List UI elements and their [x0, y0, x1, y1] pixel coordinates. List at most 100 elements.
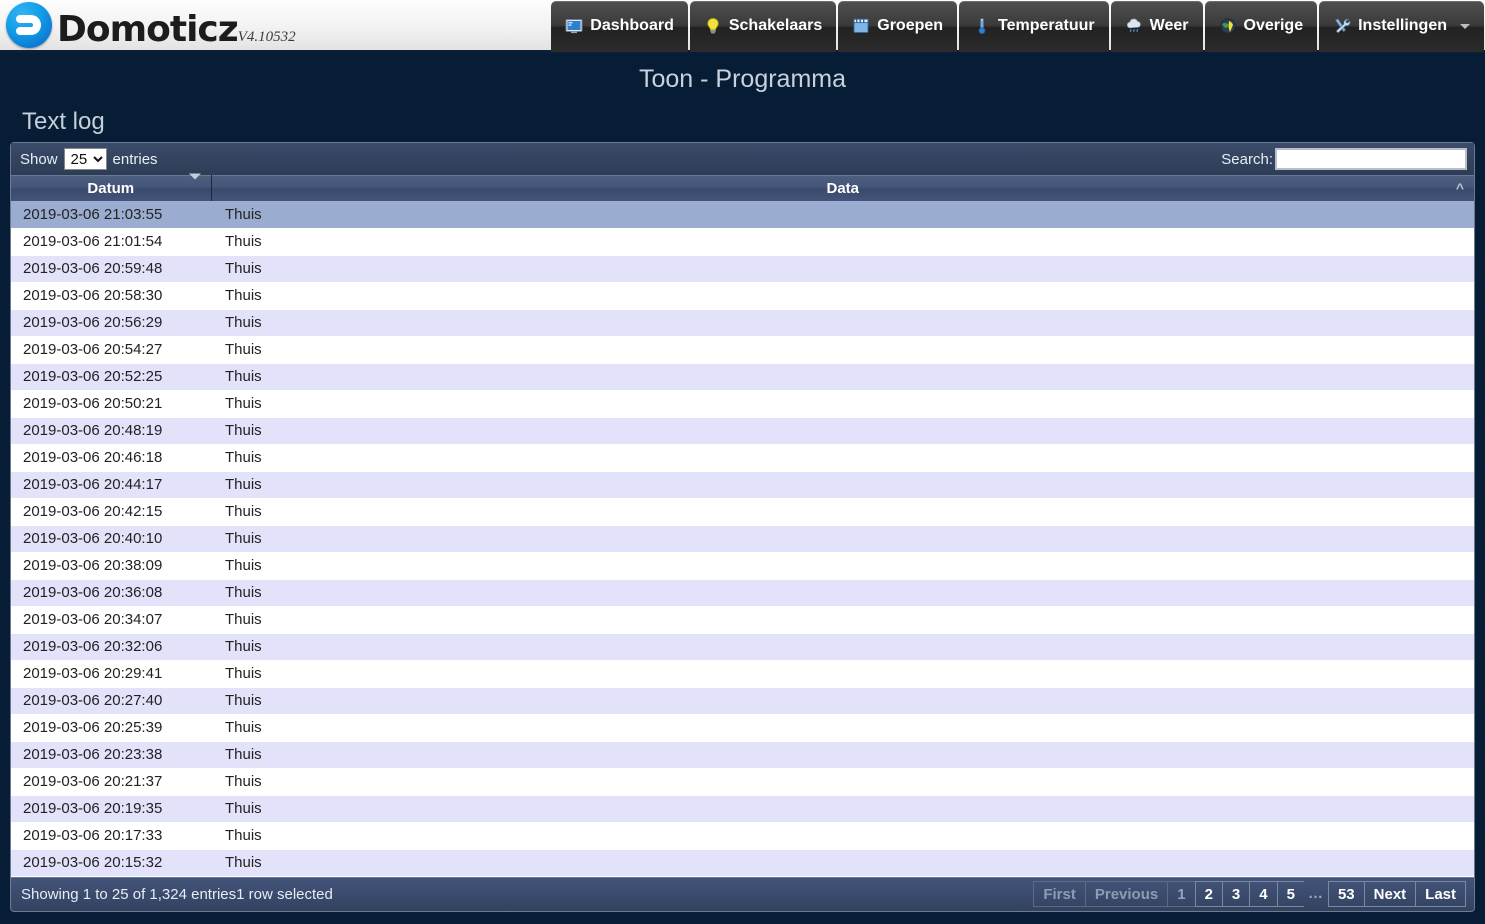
- pagination-button[interactable]: 5: [1276, 881, 1304, 907]
- pagination-button[interactable]: 1: [1167, 881, 1195, 907]
- table-row[interactable]: 2019-03-06 20:21:37 Thuis: [11, 768, 1474, 796]
- table-row[interactable]: 2019-03-06 20:56:29 Thuis: [11, 309, 1474, 337]
- cell-datum: 2019-03-06 20:48:19: [11, 417, 211, 445]
- search-label: Search:: [1221, 150, 1273, 168]
- main-navigation: Dashboard Schakelaars Groepen Temperatuu…: [550, 0, 1485, 52]
- table-row[interactable]: 2019-03-06 20:27:40 Thuis: [11, 687, 1474, 715]
- table-row[interactable]: 2019-03-06 20:52:25 Thuis: [11, 363, 1474, 391]
- show-label: Show: [20, 150, 58, 168]
- cell-datum: 2019-03-06 20:40:10: [11, 525, 211, 553]
- content-area: Text log Show 25 entries Search: Datum D…: [0, 105, 1485, 912]
- cell-datum: 2019-03-06 20:19:35: [11, 795, 211, 823]
- nav-tab-label: Instellingen: [1358, 17, 1447, 34]
- table-row[interactable]: 2019-03-06 20:46:18 Thuis: [11, 444, 1474, 472]
- table-row[interactable]: 2019-03-06 20:50:21 Thuis: [11, 390, 1474, 418]
- nav-tab-temperatuur[interactable]: Temperatuur: [959, 0, 1109, 52]
- column-header-label: Datum: [87, 179, 135, 197]
- table-row[interactable]: 2019-03-06 20:58:30 Thuis: [11, 282, 1474, 310]
- pagination-button[interactable]: 2: [1194, 881, 1222, 907]
- nav-tab-instellingen[interactable]: Instellingen: [1319, 0, 1484, 52]
- search-input[interactable]: [1275, 148, 1467, 170]
- nav-tab-groepen[interactable]: Groepen: [838, 0, 958, 52]
- cell-data: Thuis: [211, 822, 1474, 850]
- cell-datum: 2019-03-06 20:15:32: [11, 849, 211, 877]
- table-row[interactable]: 2019-03-06 20:40:10 Thuis: [11, 525, 1474, 553]
- cell-data: Thuis: [211, 471, 1474, 499]
- pagination-button[interactable]: 4: [1249, 881, 1277, 907]
- cell-datum: 2019-03-06 20:42:15: [11, 498, 211, 526]
- table-controls-bar: Show 25 entries Search:: [11, 143, 1474, 175]
- cell-data: Thuis: [211, 228, 1474, 256]
- table-row[interactable]: 2019-03-06 20:34:07 Thuis: [11, 606, 1474, 634]
- cell-data: Thuis: [211, 201, 1474, 229]
- monitor-icon: [565, 19, 583, 34]
- cell-datum: 2019-03-06 20:21:37: [11, 768, 211, 796]
- cell-data: Thuis: [211, 282, 1474, 310]
- cell-datum: 2019-03-06 20:23:38: [11, 741, 211, 769]
- page-length-select[interactable]: 25: [63, 148, 107, 170]
- cell-datum: 2019-03-06 20:46:18: [11, 444, 211, 472]
- column-header-data[interactable]: Data ^: [211, 175, 1474, 201]
- table-row[interactable]: 2019-03-06 20:59:48 Thuis: [11, 255, 1474, 283]
- nav-tab-label: Schakelaars: [728, 17, 823, 34]
- table-row[interactable]: 2019-03-06 20:44:17 Thuis: [11, 471, 1474, 499]
- cell-datum: 2019-03-06 20:56:29: [11, 309, 211, 337]
- thermometer-icon: [978, 18, 986, 35]
- table-row[interactable]: 2019-03-06 20:19:35 Thuis: [11, 795, 1474, 823]
- table-row[interactable]: 2019-03-06 20:29:41 Thuis: [11, 660, 1474, 688]
- column-header-datum[interactable]: Datum: [11, 173, 212, 201]
- cell-data: Thuis: [211, 714, 1474, 742]
- table-row[interactable]: 2019-03-06 20:25:39 Thuis: [11, 714, 1474, 742]
- cell-data: Thuis: [211, 849, 1474, 877]
- cell-data: Thuis: [211, 552, 1474, 580]
- section-title: Text log: [22, 108, 105, 135]
- table-row[interactable]: 2019-03-06 20:23:38 Thuis: [11, 741, 1474, 769]
- table-row[interactable]: 2019-03-06 20:54:27 Thuis: [11, 336, 1474, 364]
- column-header-label: Data: [826, 179, 859, 197]
- pagination-button[interactable]: Previous: [1084, 881, 1168, 907]
- table-row[interactable]: 2019-03-06 20:15:32 Thuis: [11, 849, 1474, 877]
- nav-tab-weer[interactable]: Weer: [1110, 0, 1203, 52]
- nav-tab-dashboard[interactable]: Dashboard: [551, 0, 688, 52]
- table-row[interactable]: 2019-03-06 20:32:06 Thuis: [11, 633, 1474, 661]
- cell-data: Thuis: [211, 606, 1474, 634]
- cell-datum: 2019-03-06 20:32:06: [11, 633, 211, 661]
- search-control: Search:: [1221, 148, 1467, 170]
- text-log-table: Datum Data ^ 2019-03-06 21:03:55 Thuis 201…: [11, 173, 1474, 877]
- cell-data: Thuis: [211, 633, 1474, 661]
- cell-data: Thuis: [211, 417, 1474, 445]
- rain-cloud-icon: [1126, 18, 1141, 33]
- lightbulb-icon: [707, 18, 719, 34]
- sort-ascending-icon: ^: [1455, 180, 1464, 196]
- table-row[interactable]: 2019-03-06 20:42:15 Thuis: [11, 498, 1474, 526]
- cell-datum: 2019-03-06 20:38:09: [11, 552, 211, 580]
- cell-datum: 2019-03-06 20:29:41: [11, 660, 211, 688]
- domoticz-logo-icon: [6, 2, 52, 48]
- pagination-button[interactable]: 53: [1327, 881, 1364, 907]
- table-row[interactable]: 2019-03-06 20:17:33 Thuis: [11, 822, 1474, 850]
- cell-data: Thuis: [211, 336, 1474, 364]
- pagination-button[interactable]: First: [1033, 881, 1085, 907]
- table-row[interactable]: 2019-03-06 20:38:09 Thuis: [11, 552, 1474, 580]
- table-row[interactable]: 2019-03-06 21:01:54 Thuis: [11, 228, 1474, 256]
- cell-datum: 2019-03-06 20:17:33: [11, 822, 211, 850]
- table-row[interactable]: 2019-03-06 20:36:08 Thuis: [11, 579, 1474, 607]
- cell-datum: 2019-03-06 20:50:21: [11, 390, 211, 418]
- pagination-button[interactable]: 3: [1221, 881, 1250, 907]
- cell-datum: 2019-03-06 20:58:30: [11, 282, 211, 310]
- cell-datum: 2019-03-06 20:36:08: [11, 579, 211, 607]
- nav-tab-schakelaars[interactable]: Schakelaars: [689, 0, 837, 52]
- table-row[interactable]: 2019-03-06 21:03:55 Thuis: [11, 201, 1474, 229]
- cell-data: Thuis: [211, 444, 1474, 472]
- table-row[interactable]: 2019-03-06 20:48:19 Thuis: [11, 417, 1474, 445]
- globe-icon: [1219, 18, 1236, 34]
- cell-data: Thuis: [211, 309, 1474, 337]
- entries-label: entries: [112, 150, 158, 168]
- text-log-panel: Show 25 entries Search: Datum Data ^ 201…: [10, 142, 1475, 878]
- table-body: 2019-03-06 21:03:55 Thuis 2019-03-06 21:01…: [11, 201, 1474, 877]
- cell-datum: 2019-03-06 20:54:27: [11, 336, 211, 364]
- nav-tab-overige[interactable]: Overige: [1204, 0, 1318, 52]
- pagination-button[interactable]: Last: [1415, 881, 1466, 907]
- pagination-button[interactable]: Next: [1363, 881, 1416, 907]
- nav-tab-label: Dashboard: [590, 17, 674, 34]
